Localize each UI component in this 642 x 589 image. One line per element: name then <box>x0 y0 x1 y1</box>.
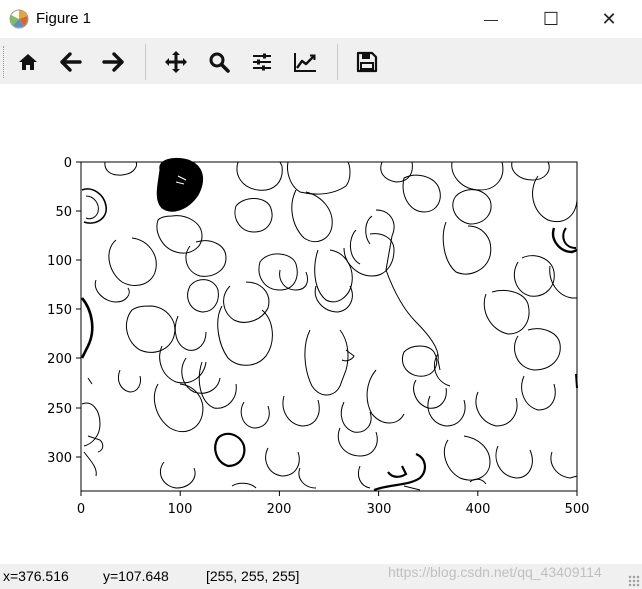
y-tick-label: 200 <box>47 352 72 367</box>
minimize-button[interactable]: — <box>468 0 514 38</box>
x-ticks <box>80 491 578 496</box>
figure-canvas[interactable]: 0 100 200 300 400 500 0 50 100 150 200 2… <box>0 84 642 564</box>
navigation-toolbar <box>0 38 642 84</box>
zoom-button[interactable] <box>203 46 235 78</box>
minimize-icon: — <box>484 11 498 27</box>
x-tick-label: 400 <box>466 502 491 517</box>
move-icon <box>165 51 187 73</box>
y-tick-label: 50 <box>55 205 72 220</box>
arrow-left-icon <box>60 52 82 72</box>
y-tick-label: 250 <box>47 402 72 417</box>
window-title: Figure 1 <box>36 10 92 27</box>
save-button[interactable] <box>351 46 383 78</box>
floppy-disk-icon <box>356 51 378 73</box>
y-tick-label: 0 <box>64 156 72 171</box>
home-icon <box>19 54 37 70</box>
toolbar-grip[interactable] <box>3 46 7 78</box>
title-bar: Figure 1 — ☐ ✕ <box>0 0 642 38</box>
sliders-icon <box>253 53 271 71</box>
image-frame <box>80 161 578 492</box>
y-coordinate-readout: y=107.648 <box>103 568 169 584</box>
forward-button[interactable] <box>97 46 129 78</box>
home-button[interactable] <box>12 46 44 78</box>
pixel-value-readout: [255, 255, 255] <box>206 568 300 584</box>
pan-button[interactable] <box>160 46 192 78</box>
close-icon: ✕ <box>601 8 617 29</box>
configure-subplots-button[interactable] <box>246 46 278 78</box>
matplotlib-logo-icon <box>9 9 29 29</box>
y-ticks <box>76 161 81 458</box>
watermark-text: https://blog.csdn.net/qq_43409114 <box>388 564 602 580</box>
y-tick-label: 150 <box>47 303 72 318</box>
line-chart-icon <box>294 53 316 72</box>
x-tick-label: 100 <box>168 502 193 517</box>
x-tick-label: 200 <box>267 502 292 517</box>
axes-plot[interactable]: 0 100 200 300 400 500 0 50 100 150 200 2… <box>0 84 642 564</box>
x-tick-label: 300 <box>367 502 392 517</box>
close-button[interactable]: ✕ <box>586 0 632 38</box>
back-button[interactable] <box>55 46 87 78</box>
toolbar-separator <box>145 44 146 80</box>
maximize-icon: ☐ <box>542 8 560 29</box>
y-tick-label: 300 <box>47 451 72 466</box>
resize-grip[interactable] <box>628 575 640 587</box>
x-coordinate-readout: x=376.516 <box>3 568 69 584</box>
y-tick-label: 100 <box>47 254 72 269</box>
x-tick-label: 0 <box>77 502 85 517</box>
edit-axes-button[interactable] <box>289 46 321 78</box>
arrow-right-icon <box>102 52 124 72</box>
magnifier-icon <box>209 52 230 73</box>
x-tick-label: 500 <box>565 502 590 517</box>
toolbar-separator <box>337 44 338 80</box>
maximize-button[interactable]: ☐ <box>528 0 574 38</box>
